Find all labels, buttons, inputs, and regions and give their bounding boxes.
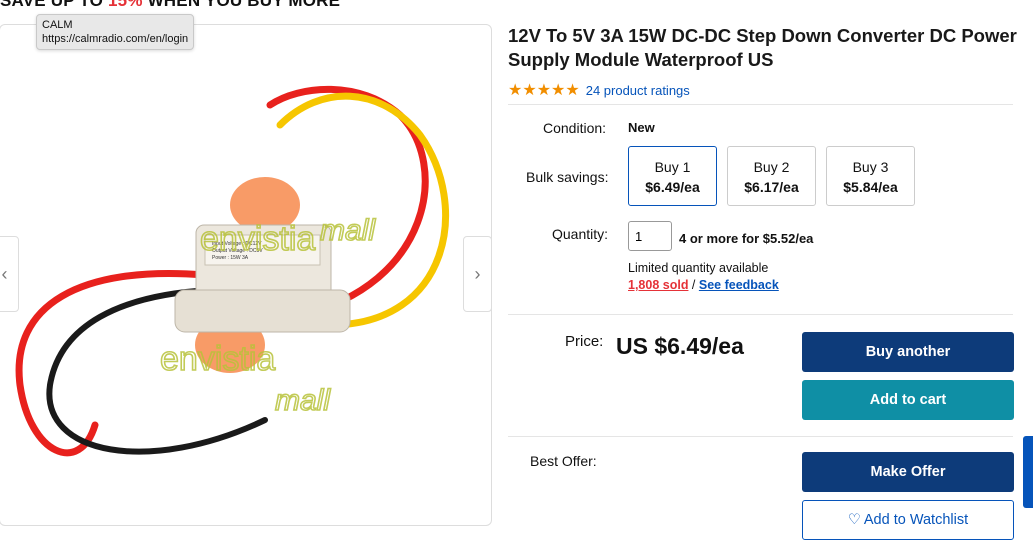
product-title: 12V To 5V 3A 15W DC-DC Step Down Convert… bbox=[508, 25, 1017, 70]
watermark-text: mall bbox=[320, 214, 376, 247]
watermark-text: envistia bbox=[160, 340, 275, 378]
product-rating: ★★★★★ 24 product ratings bbox=[508, 80, 690, 100]
bulk-option-buy-2[interactable]: Buy 2 $6.17/ea bbox=[727, 146, 816, 206]
bulk-discount-note: 4 or more for $5.52/ea bbox=[679, 231, 814, 246]
sold-line: 1,808 sold / See feedback bbox=[628, 278, 779, 292]
quantity-label: Quantity: bbox=[552, 226, 609, 242]
previous-image-glyph: ‹ bbox=[1, 263, 8, 284]
bulk-option-price: $5.84/ea bbox=[843, 179, 898, 195]
sold-count-link[interactable]: 1,808 sold bbox=[628, 278, 688, 292]
tooltip-url: https://calmradio.com/en/login bbox=[42, 33, 189, 45]
promo-percent: 15% bbox=[108, 0, 143, 10]
chevron-left-icon[interactable]: ‹ bbox=[0, 236, 19, 312]
bulk-option-price: $6.49/ea bbox=[645, 179, 700, 195]
promo-suffix: WHEN YOU BUY MORE bbox=[142, 0, 341, 10]
tooltip-title: CALM bbox=[42, 19, 73, 31]
star-rating-icon: ★★★★★ bbox=[508, 82, 580, 99]
promo-prefix: SAVE UP TO bbox=[0, 0, 109, 10]
bulk-option-qty: Buy 1 bbox=[654, 159, 691, 175]
divider bbox=[508, 104, 1013, 105]
next-image-glyph: › bbox=[474, 263, 481, 284]
watermark-text: mall bbox=[275, 384, 331, 417]
add-to-cart-button[interactable]: Add to cart bbox=[802, 380, 1014, 420]
divider bbox=[508, 436, 1013, 437]
quantity-input[interactable] bbox=[628, 221, 672, 251]
product-ratings-link[interactable]: 24 product ratings bbox=[586, 83, 690, 98]
feedback-side-tab[interactable] bbox=[1023, 436, 1033, 508]
see-feedback-link[interactable]: See feedback bbox=[699, 278, 779, 292]
availability-text: Limited quantity available bbox=[628, 261, 769, 275]
watchlist-label: Add to Watchlist bbox=[863, 512, 969, 528]
bulk-option-buy-1[interactable]: Buy 1 $6.49/ea bbox=[628, 146, 717, 206]
price-value: US $6.49/ea bbox=[616, 333, 744, 359]
condition-label: Condition: bbox=[543, 120, 607, 136]
buy-another-button[interactable]: Buy another bbox=[802, 332, 1014, 372]
price-label: Price: bbox=[565, 333, 604, 350]
divider bbox=[508, 314, 1013, 315]
promo-banner: SAVE UP TO 15% WHEN YOU BUY MORE bbox=[0, 0, 340, 11]
bulk-option-qty: Buy 3 bbox=[852, 159, 889, 175]
bulk-option-price: $6.17/ea bbox=[744, 179, 799, 195]
bulk-option-buy-3[interactable]: Buy 3 $5.84/ea bbox=[826, 146, 915, 206]
chevron-right-icon[interactable]: › bbox=[463, 236, 492, 312]
watermark-text: envistia bbox=[200, 220, 315, 258]
heart-icon: ♡ bbox=[847, 512, 861, 528]
make-offer-button[interactable]: Make Offer bbox=[802, 452, 1014, 492]
product-image: Input Voltage : DC12V Output Voltage : D… bbox=[15, 85, 449, 457]
browser-tooltip: CALM https://calmradio.com/en/login bbox=[36, 14, 195, 50]
best-offer-label: Best Offer: bbox=[530, 453, 597, 469]
bulk-option-qty: Buy 2 bbox=[753, 159, 790, 175]
bulk-savings-label: Bulk savings: bbox=[526, 169, 609, 185]
add-to-watchlist-button[interactable]: ♡ Add to Watchlist bbox=[802, 500, 1014, 540]
sold-separator: / bbox=[688, 278, 699, 292]
product-image-gallery[interactable]: Input Voltage : DC12V Output Voltage : D… bbox=[0, 24, 492, 526]
condition-value: New bbox=[628, 120, 655, 135]
